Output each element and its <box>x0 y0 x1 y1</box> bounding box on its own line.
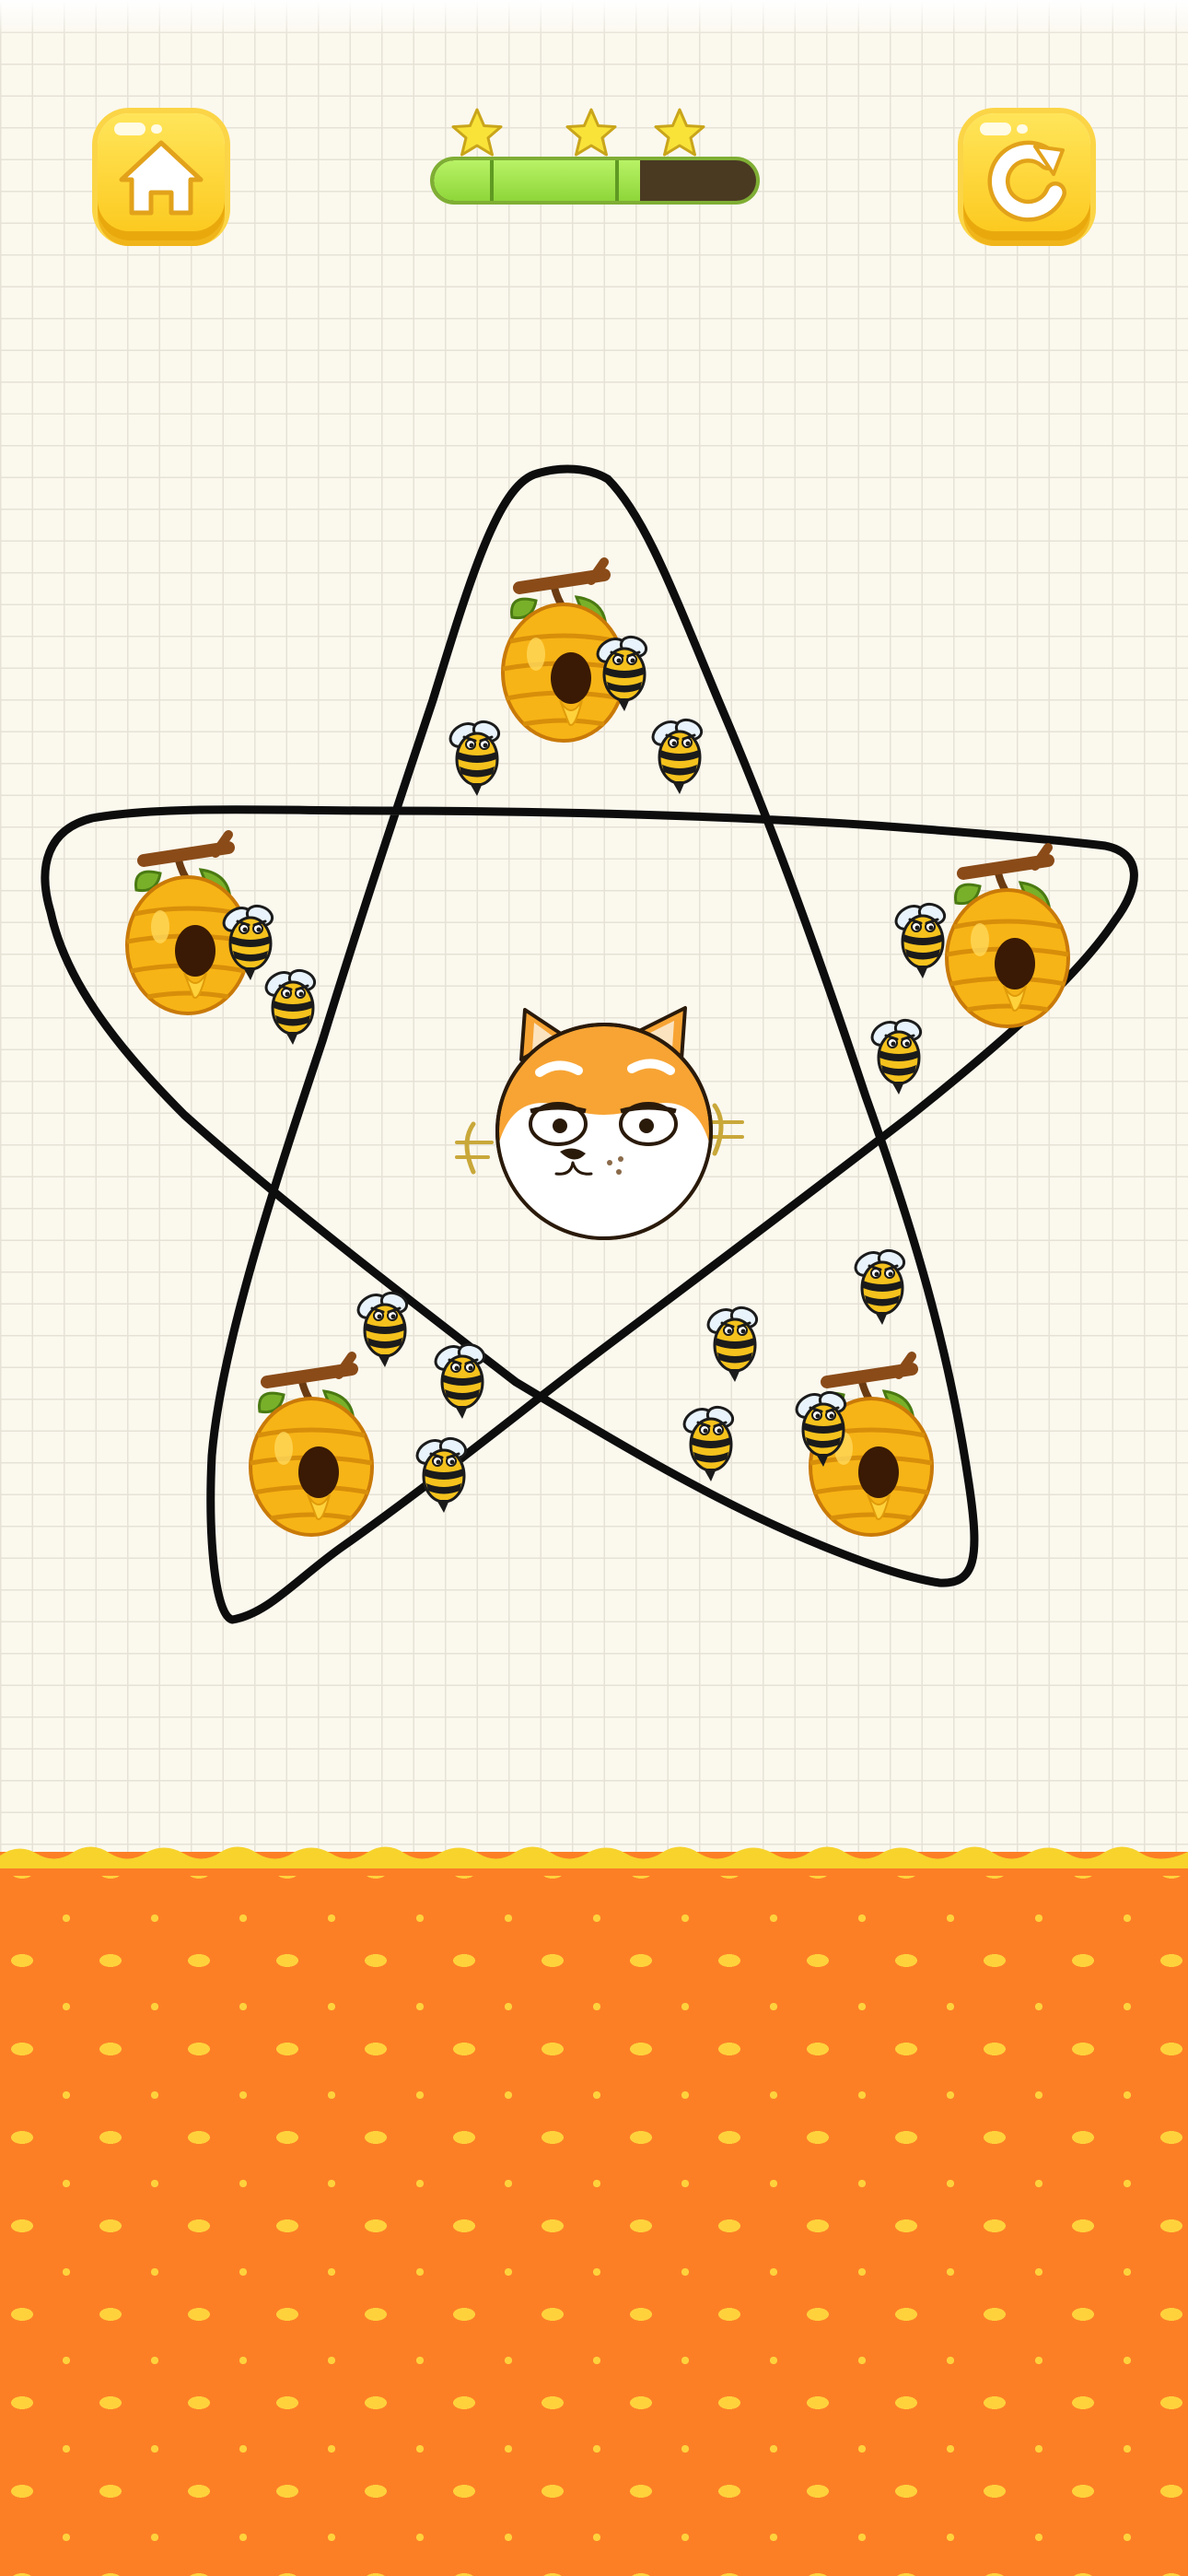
bee <box>891 899 949 980</box>
honey-floor <box>0 1852 1188 2576</box>
bee <box>679 1402 738 1483</box>
beehive <box>250 1356 372 1535</box>
beehive <box>947 848 1068 1026</box>
bee <box>703 1303 762 1384</box>
play-area[interactable] <box>0 0 1188 1870</box>
bee <box>412 1434 471 1515</box>
bee <box>261 966 320 1047</box>
bee <box>647 715 706 796</box>
bee <box>353 1288 412 1369</box>
bee <box>430 1340 489 1421</box>
bee <box>445 717 504 798</box>
bee <box>850 1246 909 1327</box>
bee <box>867 1015 926 1096</box>
doge-character <box>455 1006 744 1240</box>
honey-drip-edge <box>0 1846 1188 1876</box>
